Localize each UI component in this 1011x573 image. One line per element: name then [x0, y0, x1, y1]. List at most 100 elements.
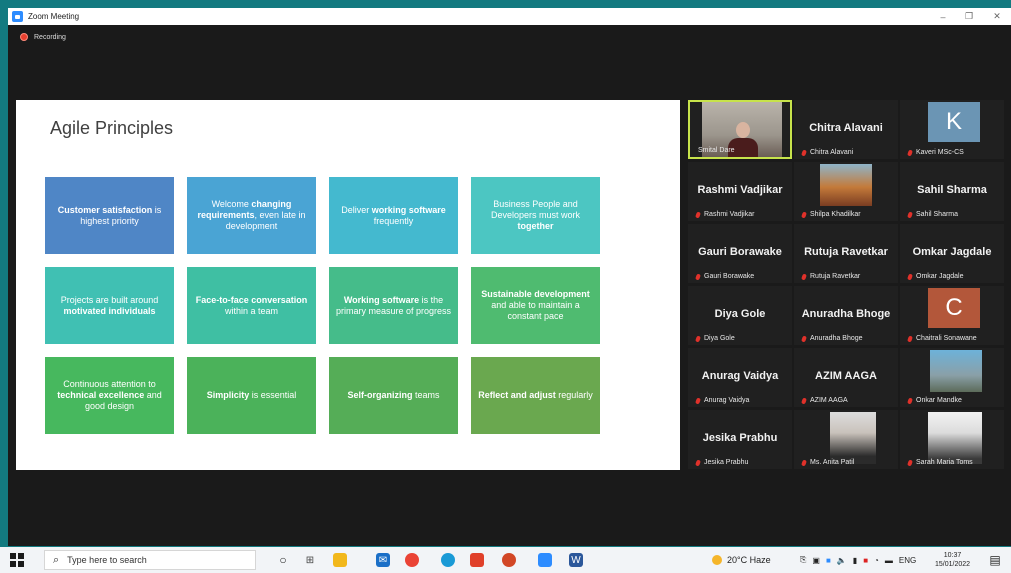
start-button[interactable]	[10, 553, 24, 567]
task-view-icon[interactable]: ⊞	[303, 553, 317, 567]
participant-tile[interactable]: Anurag Vaidya Anurag Vaidya	[688, 348, 792, 407]
participant-name: Chaitrali Sonawane	[916, 335, 977, 342]
principle-text-post: is essential	[249, 390, 297, 400]
mic-muted-icon	[801, 458, 807, 467]
antivirus-icon[interactable]: ■	[863, 556, 868, 565]
chrome-icon[interactable]	[405, 553, 419, 567]
word-icon[interactable]: W	[569, 553, 583, 567]
participant-name: Sahil Sharma	[916, 211, 959, 218]
participant-tile[interactable]: Jesika Prabhu Jesika Prabhu	[688, 410, 792, 469]
principle-text-post: frequently	[373, 215, 414, 226]
participant-display-name: Rashmi Vadjikar	[697, 184, 783, 196]
principle-tile: Sustainable development and able to main…	[471, 267, 600, 344]
principle-tile: Welcome changing requirements, even late…	[187, 177, 316, 254]
participant-name-label: Chaitrali Sonawane	[907, 334, 977, 343]
principle-text: Welcome changing requirements, even late…	[193, 199, 310, 232]
clock-date: 15/01/2022	[935, 561, 971, 568]
participant-tile[interactable]: K Kaveri MSc-CS	[900, 100, 1004, 159]
participant-name: Chitra Alavani	[810, 149, 854, 156]
profile-photo	[930, 350, 982, 392]
mail-icon[interactable]: ✉	[376, 553, 390, 567]
tray-icon[interactable]: ▣	[812, 556, 820, 565]
participant-tile[interactable]: C Chaitrali Sonawane	[900, 286, 1004, 345]
tray-icon[interactable]: ⎘	[800, 555, 806, 565]
mic-muted-icon	[695, 210, 701, 219]
tray-icon[interactable]: ■	[826, 556, 831, 565]
participant-name: Anuradha Bhoge	[810, 335, 863, 342]
window-title: Zoom Meeting	[28, 12, 80, 21]
recording-indicator[interactable]: Recording	[20, 33, 66, 41]
clock-time: 10:37	[943, 552, 962, 559]
search-placeholder: Type here to search	[67, 555, 147, 565]
principle-tile: Reflect and adjust regularly	[471, 357, 600, 434]
participant-tile[interactable]: Omkar Jagdale Omkar Jagdale	[900, 224, 1004, 283]
cortana-icon[interactable]: ○	[276, 553, 290, 567]
profile-photo	[820, 164, 872, 206]
principle-text: Deliver working software frequently	[335, 205, 452, 227]
participant-tile[interactable]: Sahil Sharma Sahil Sharma	[900, 162, 1004, 221]
principle-tile: Simplicity is essential	[187, 357, 316, 434]
participant-tile[interactable]: Onkar Mandke	[900, 348, 1004, 407]
participant-tile[interactable]: Anuradha Bhoge Anuradha Bhoge	[794, 286, 898, 345]
shared-slide: Agile Principles Customer satisfaction i…	[16, 100, 680, 470]
participant-name-label: Rutuja Ravetkar	[801, 272, 861, 281]
zoom-taskbar-icon[interactable]	[538, 553, 552, 567]
office-icon[interactable]	[470, 553, 484, 567]
principle-text-bold: Reflect and adjust	[478, 390, 556, 400]
principle-text: Continuous attention to technical excell…	[51, 379, 168, 412]
participant-name-label: Anurag Vaidya	[695, 396, 750, 405]
participant-tile[interactable]: Gauri Borawake Gauri Borawake	[688, 224, 792, 283]
search-icon: ⌕	[53, 553, 60, 566]
participant-tile[interactable]: Diya Gole Diya Gole	[688, 286, 792, 345]
edge-icon[interactable]	[441, 553, 455, 567]
principle-tile: Projects are built around motivated indi…	[45, 267, 174, 344]
participant-name: Anurag Vaidya	[704, 397, 750, 404]
recording-label: Recording	[34, 33, 66, 41]
person-head	[736, 122, 750, 138]
volume-icon[interactable]: 🔈	[837, 556, 847, 565]
mic-tray-icon[interactable]: ▮	[853, 556, 857, 565]
participant-tile[interactable]: Ms. Anita Patil	[794, 410, 898, 469]
minimize-button[interactable]: –	[930, 8, 956, 25]
participant-tile[interactable]: Smital Dare	[688, 100, 792, 159]
participant-name-label: Diya Gole	[695, 334, 735, 343]
participant-name: Kaveri MSc-CS	[916, 149, 964, 156]
recording-icon	[20, 33, 28, 41]
participant-name-label: Shilpa Khadilkar	[801, 210, 861, 219]
principle-text-bold: working software	[371, 204, 446, 215]
notifications-icon[interactable]: ▤	[988, 553, 1002, 567]
participant-display-name: Chitra Alavani	[809, 122, 883, 134]
participant-display-name: Rutuja Ravetkar	[804, 246, 888, 258]
principle-text-pre: Continuous attention to	[63, 379, 156, 389]
maximize-button[interactable]: ❐	[956, 8, 982, 25]
participant-tile[interactable]: AZIM AAGA AZIM AAGA	[794, 348, 898, 407]
weather-widget[interactable]: 20°C Haze	[712, 547, 771, 573]
taskbar-search[interactable]: ⌕ Type here to search	[44, 550, 256, 570]
participant-tile[interactable]: Rutuja Ravetkar Rutuja Ravetkar	[794, 224, 898, 283]
network-icon[interactable]: ◔	[874, 556, 879, 565]
principle-text: Reflect and adjust regularly	[478, 390, 593, 401]
principle-tile: Face-to-face conversation within a team	[187, 267, 316, 344]
participant-name-label: Omkar Jagdale	[907, 272, 963, 281]
principle-text-pre: Welcome	[211, 199, 252, 209]
participant-display-name: Gauri Borawake	[698, 246, 782, 258]
participant-tile[interactable]: Sarah Maria Toms	[900, 410, 1004, 469]
close-button[interactable]: ✕	[984, 8, 1010, 25]
participant-name: Rutuja Ravetkar	[810, 273, 861, 280]
principle-text-pre: Business People and Developers must work	[490, 199, 581, 220]
clock[interactable]: 10:37 15/01/2022	[935, 551, 970, 569]
mic-muted-icon	[801, 210, 807, 219]
principle-text: Simplicity is essential	[207, 390, 297, 401]
powerpoint-icon[interactable]	[502, 553, 516, 567]
language-indicator[interactable]: ENG	[899, 556, 916, 565]
file-explorer-icon[interactable]	[333, 553, 347, 567]
battery-icon[interactable]: ▬	[885, 556, 893, 565]
participant-display-name: Jesika Prabhu	[702, 432, 778, 444]
participant-tile[interactable]: Rashmi Vadjikar Rashmi Vadjikar	[688, 162, 792, 221]
mic-muted-icon	[695, 458, 701, 467]
participant-tile[interactable]: Chitra Alavani Chitra Alavani	[794, 100, 898, 159]
mic-muted-icon	[801, 272, 807, 281]
participant-tile[interactable]: Shilpa Khadilkar	[794, 162, 898, 221]
participant-display-name: Anuradha Bhoge	[801, 308, 891, 320]
principle-tile: Deliver working software frequently	[329, 177, 458, 254]
